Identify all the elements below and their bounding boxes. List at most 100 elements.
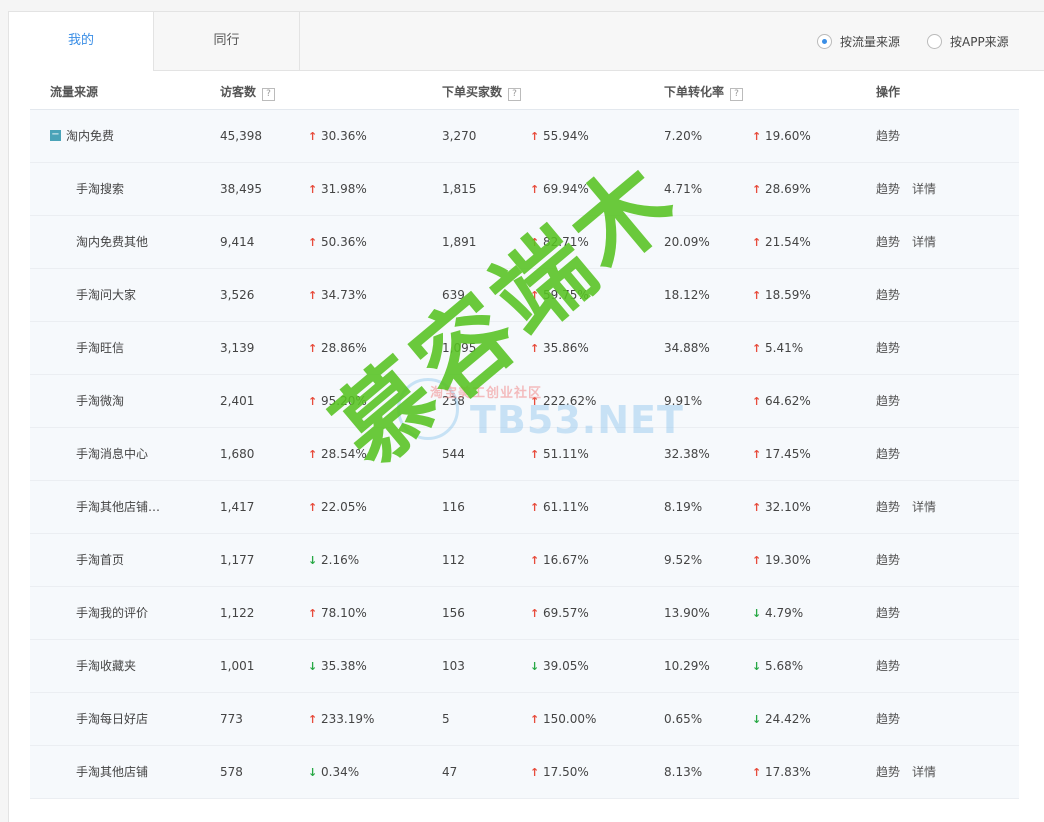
cell-visitors-change: ↑ 233.19% bbox=[308, 693, 374, 746]
cell-visitors-change: ↑ 30.36% bbox=[308, 110, 367, 163]
arrow-up-icon: ↑ bbox=[308, 130, 318, 143]
tab-mine[interactable]: 我的 bbox=[9, 12, 154, 71]
change-value: 39.05% bbox=[543, 659, 589, 673]
arrow-down-icon: ↓ bbox=[752, 660, 762, 673]
help-icon[interactable]: ? bbox=[508, 88, 522, 101]
radio-by-app-source[interactable]: 按APP来源 bbox=[927, 33, 1009, 51]
header-buyers: 下单买家数? bbox=[442, 71, 522, 109]
cell-actions: 趋势 bbox=[876, 375, 912, 427]
change-value: 16.67% bbox=[543, 553, 589, 567]
cell-conversion-rate: 7.20% bbox=[664, 129, 703, 143]
trend-link[interactable]: 趋势 bbox=[876, 394, 900, 408]
change-value: 19.60% bbox=[765, 129, 811, 143]
radio-checked-icon[interactable] bbox=[817, 34, 832, 49]
detail-link[interactable]: 详情 bbox=[912, 765, 936, 779]
arrow-up-icon: ↑ bbox=[530, 554, 540, 567]
collapse-icon[interactable]: − bbox=[50, 130, 61, 141]
trend-link[interactable]: 趋势 bbox=[876, 553, 900, 567]
cell-buyers: 103 bbox=[442, 659, 465, 673]
cell-actions: 趋势 详情 bbox=[876, 481, 948, 533]
arrow-up-icon: ↑ bbox=[530, 607, 540, 620]
change-value: 24.42% bbox=[765, 712, 811, 726]
cell-source-name: 手淘消息中心 bbox=[76, 447, 149, 461]
cell-conversion-rate: 9.52% bbox=[664, 553, 703, 567]
radio-unchecked-icon[interactable] bbox=[927, 34, 942, 49]
trend-link[interactable]: 趋势 bbox=[876, 182, 900, 196]
arrow-up-icon: ↑ bbox=[752, 183, 762, 196]
cell-visitors-change: ↑ 31.98% bbox=[308, 163, 367, 216]
cell-source-name: 手淘其他店铺 bbox=[76, 765, 149, 779]
arrow-up-icon: ↑ bbox=[530, 501, 540, 514]
arrow-down-icon: ↓ bbox=[530, 660, 540, 673]
table-row: 手淘其他店铺 578 ↓ 0.34% 47 ↑ 17.50% 8.13% ↑ 17.83% 趋势 详情 bbox=[30, 746, 1019, 799]
cell-rate-change: ↑ 17.45% bbox=[752, 428, 811, 481]
arrow-up-icon: ↑ bbox=[752, 554, 762, 567]
cell-visitors-change: ↓ 2.16% bbox=[308, 534, 359, 587]
cell-actions: 趋势 bbox=[876, 534, 912, 586]
arrow-up-icon: ↑ bbox=[752, 236, 762, 249]
detail-link[interactable]: 详情 bbox=[912, 500, 936, 514]
change-value: 69.57% bbox=[543, 606, 589, 620]
cell-source-name: 淘内免费 bbox=[66, 129, 115, 143]
table-header: 流量来源 访客数? 下单买家数? 下单转化率? 操作 bbox=[30, 71, 1019, 109]
cell-rate-change: ↑ 19.30% bbox=[752, 534, 811, 587]
detail-link[interactable]: 详情 bbox=[912, 182, 936, 196]
header-traffic-source: 流量来源 bbox=[50, 71, 98, 109]
cell-actions: 趋势 bbox=[876, 428, 912, 480]
table-row: 手淘首页 1,177 ↓ 2.16% 112 ↑ 16.67% 9.52% ↑ 19.30% 趋势 bbox=[30, 534, 1019, 587]
header-label: 下单买家数 bbox=[442, 85, 503, 99]
trend-link[interactable]: 趋势 bbox=[876, 606, 900, 620]
change-value: 150.00% bbox=[543, 712, 597, 726]
arrow-up-icon: ↑ bbox=[530, 766, 540, 779]
cell-actions: 趋势 详情 bbox=[876, 746, 948, 798]
arrow-down-icon: ↓ bbox=[308, 554, 318, 567]
cell-actions: 趋势 详情 bbox=[876, 163, 948, 215]
cell-buyers: 5 bbox=[442, 712, 450, 726]
tab-peers[interactable]: 同行 bbox=[154, 12, 300, 70]
arrow-up-icon: ↑ bbox=[308, 501, 318, 514]
trend-link[interactable]: 趋势 bbox=[876, 659, 900, 673]
change-value: 30.36% bbox=[321, 129, 367, 143]
cell-source-name: 手淘首页 bbox=[76, 553, 125, 567]
cell-rate-change: ↑ 19.60% bbox=[752, 110, 811, 163]
header-label: 下单转化率 bbox=[664, 85, 725, 99]
cell-visitors: 9,414 bbox=[220, 235, 255, 249]
trend-link[interactable]: 趋势 bbox=[876, 235, 900, 249]
detail-link[interactable]: 详情 bbox=[912, 235, 936, 249]
table-row: − 淘内免费 45,398 ↑ 30.36% 3,270 ↑ 55.94% 7.20% ↑ 19.6… bbox=[30, 109, 1019, 163]
trend-link[interactable]: 趋势 bbox=[876, 765, 900, 779]
change-value: 4.79% bbox=[765, 606, 804, 620]
arrow-down-icon: ↓ bbox=[752, 607, 762, 620]
cell-source-name: 手淘搜索 bbox=[76, 182, 125, 196]
cell-visitors: 1,122 bbox=[220, 606, 255, 620]
cell-buyers-change: ↓ 39.05% bbox=[530, 640, 589, 693]
cell-buyers-change: ↑ 17.50% bbox=[530, 746, 589, 799]
cell-source-name: 手淘我的评价 bbox=[76, 606, 149, 620]
cell-buyers: 112 bbox=[442, 553, 465, 567]
header-conversion-rate: 下单转化率? bbox=[664, 71, 744, 109]
arrow-up-icon: ↑ bbox=[752, 766, 762, 779]
cell-rate-change: ↓ 4.79% bbox=[752, 587, 803, 640]
trend-link[interactable]: 趋势 bbox=[876, 447, 900, 461]
help-icon[interactable]: ? bbox=[730, 88, 744, 101]
change-value: 2.16% bbox=[321, 553, 360, 567]
help-icon[interactable]: ? bbox=[262, 88, 276, 101]
arrow-up-icon: ↑ bbox=[752, 289, 762, 302]
change-value: 22.05% bbox=[321, 500, 367, 514]
trend-link[interactable]: 趋势 bbox=[876, 341, 900, 355]
trend-link[interactable]: 趋势 bbox=[876, 288, 900, 302]
trend-link[interactable]: 趋势 bbox=[876, 129, 900, 143]
arrow-up-icon: ↑ bbox=[308, 448, 318, 461]
cell-visitors: 578 bbox=[220, 765, 243, 779]
arrow-up-icon: ↑ bbox=[308, 183, 318, 196]
trend-link[interactable]: 趋势 bbox=[876, 500, 900, 514]
cell-buyers: 116 bbox=[442, 500, 465, 514]
trend-link[interactable]: 趋势 bbox=[876, 712, 900, 726]
cell-actions: 趋势 详情 bbox=[876, 216, 948, 268]
cell-visitors-change: ↑ 78.10% bbox=[308, 587, 367, 640]
radio-label: 按流量来源 bbox=[840, 35, 901, 49]
radio-by-traffic-source[interactable]: 按流量来源 bbox=[817, 33, 900, 51]
table-row: 手淘每日好店 773 ↑ 233.19% 5 ↑ 150.00% 0.65% ↓ 24.42% 趋势 bbox=[30, 693, 1019, 746]
table-row: 手淘我的评价 1,122 ↑ 78.10% 156 ↑ 69.57% 13.90% ↓ 4.79%… bbox=[30, 587, 1019, 640]
cell-conversion-rate: 0.65% bbox=[664, 712, 703, 726]
